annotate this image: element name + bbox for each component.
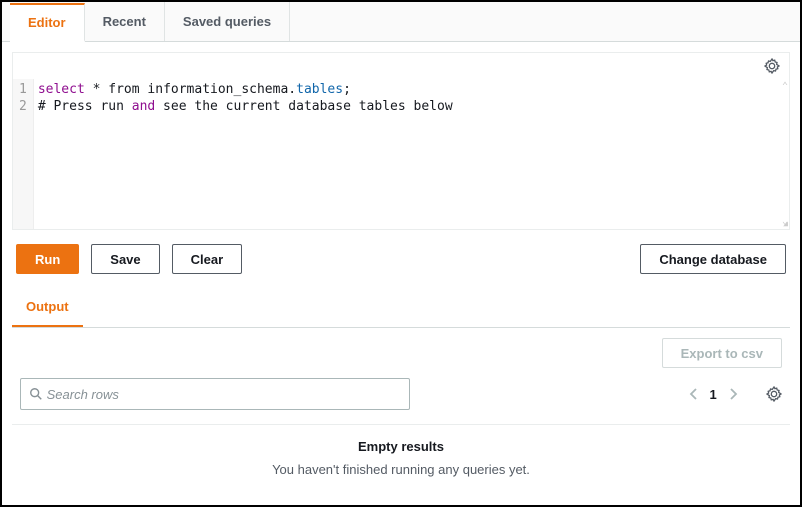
empty-results: Empty results You haven't finished runni… (12, 424, 790, 501)
editor-action-bar: Run Save Clear Change database (2, 230, 800, 288)
page-prev-button[interactable] (688, 388, 700, 400)
code-editor[interactable]: 12 select * from information_schema.tabl… (13, 79, 789, 229)
results-controls: 1 (2, 378, 800, 424)
tab-output[interactable]: Output (12, 288, 83, 327)
code-lines: select * from information_schema.tables;… (34, 79, 457, 229)
output-tabs: Output (12, 288, 790, 328)
page-current: 1 (710, 387, 717, 402)
editor-panel: 12 select * from information_schema.tabl… (12, 52, 790, 230)
chevron-left-icon (688, 388, 700, 400)
scroll-up-icon[interactable]: ⌃ (782, 81, 788, 92)
page-next-button[interactable] (727, 388, 739, 400)
save-button[interactable]: Save (91, 244, 159, 274)
pagination: 1 (688, 386, 782, 402)
resize-handle-icon[interactable]: ◢ (783, 219, 788, 228)
search-icon (29, 387, 43, 401)
editor-tabs: Editor Recent Saved queries (2, 2, 800, 42)
gear-icon (764, 58, 780, 74)
empty-results-message: You haven't finished running any queries… (12, 462, 790, 477)
clear-button[interactable]: Clear (172, 244, 243, 274)
change-database-button[interactable]: Change database (640, 244, 786, 274)
results-toolbar: Export to csv (2, 328, 800, 378)
tab-recent[interactable]: Recent (85, 2, 165, 41)
line-gutter: 12 (13, 79, 34, 229)
search-rows-input[interactable] (47, 387, 401, 402)
gear-icon (766, 386, 782, 402)
search-rows-input-wrap[interactable] (20, 378, 410, 410)
editor-settings-button[interactable] (763, 57, 781, 75)
chevron-right-icon (727, 388, 739, 400)
run-button[interactable]: Run (16, 244, 79, 274)
tab-saved-queries[interactable]: Saved queries (165, 2, 290, 41)
tab-editor[interactable]: Editor (10, 3, 85, 42)
results-settings-button[interactable] (766, 386, 782, 402)
export-csv-button: Export to csv (662, 338, 782, 368)
empty-results-title: Empty results (12, 439, 790, 454)
